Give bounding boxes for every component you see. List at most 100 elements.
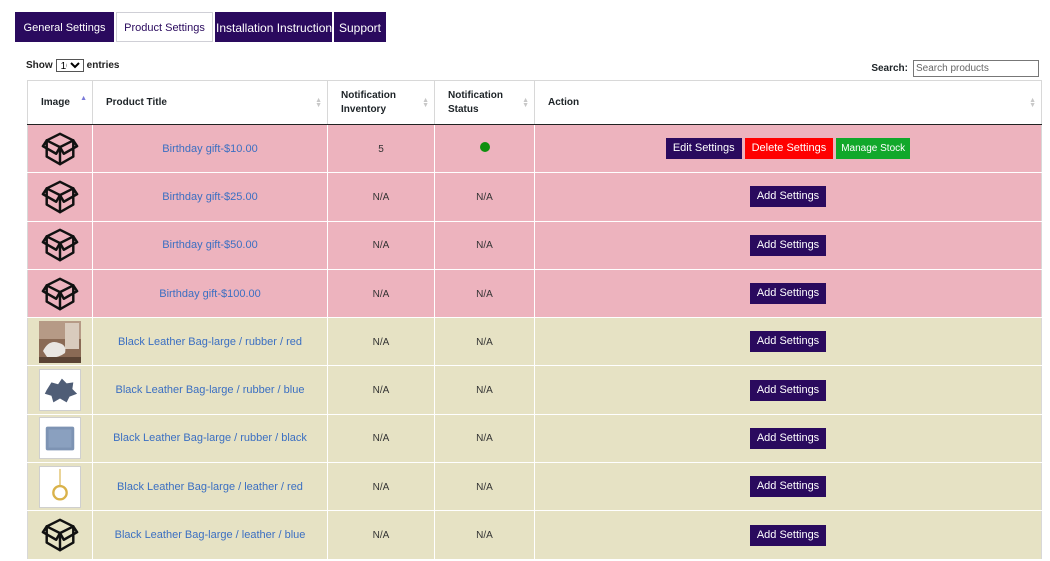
status-cell: N/A — [434, 172, 535, 222]
image-cell — [27, 510, 93, 560]
search-control: Search: — [871, 60, 1039, 77]
status-value: N/A — [476, 530, 493, 542]
image-cell — [27, 317, 93, 367]
column-header-title-label: Product Title — [106, 96, 167, 108]
box-icon — [39, 224, 81, 266]
entries-length-control: Show 10 entries — [26, 59, 119, 72]
column-header-inventory-line1: Notification — [341, 89, 396, 101]
product-title-cell: Birthday gift-$100.00 — [92, 269, 328, 319]
tab-installation-instruction[interactable]: Installation Instruction — [215, 12, 332, 42]
product-title-cell: Birthday gift-$50.00 — [92, 221, 328, 270]
inventory-value: 5 — [378, 143, 384, 155]
column-header-status-line1: Notification — [448, 89, 503, 101]
product-title-cell: Black Leather Bag-large / rubber / blue — [92, 365, 328, 415]
sort-icon: ▲ ▼ — [522, 97, 529, 109]
column-header-action[interactable]: Action ▲ ▼ — [534, 80, 1042, 125]
show-label: Show — [26, 60, 53, 71]
product-title-cell: Black Leather Bag-large / leather / red — [92, 462, 328, 512]
status-value: N/A — [476, 433, 493, 445]
product-photo-pillow — [39, 417, 81, 460]
inventory-value: N/A — [372, 530, 390, 542]
column-header-inventory-line2: Inventory — [341, 103, 387, 115]
product-title-link[interactable]: Birthday gift-$100.00 — [159, 288, 261, 300]
inventory-cell: N/A — [327, 510, 435, 560]
add-settings-button[interactable]: Add Settings — [749, 524, 827, 546]
add-settings-button[interactable]: Add Settings — [749, 476, 827, 498]
table-row: Birthday gift-$50.00 N/A N/A Add Setting… — [27, 221, 1042, 270]
product-title-cell: Black Leather Bag-large / leather / blue — [92, 510, 328, 560]
table-row: Black Leather Bag-large / rubber / blue … — [27, 365, 1042, 415]
status-cell: N/A — [434, 462, 535, 512]
status-value: N/A — [476, 481, 493, 493]
inventory-value: N/A — [372, 336, 390, 348]
inventory-value: N/A — [372, 191, 390, 203]
product-title-cell: Birthday gift-$10.00 — [92, 124, 328, 174]
add-settings-button[interactable]: Add Settings — [749, 234, 827, 256]
image-cell — [27, 414, 93, 464]
column-header-notification-inventory[interactable]: Notification Inventory ▲ ▼ — [327, 80, 435, 125]
add-settings-button[interactable]: Add Settings — [749, 331, 827, 353]
inventory-value: N/A — [372, 433, 390, 445]
sort-icon: ▲ ▼ — [422, 97, 429, 109]
action-cell: Add Settings — [534, 365, 1042, 415]
image-cell — [27, 269, 93, 319]
product-title-link[interactable]: Black Leather Bag-large / leather / blue — [115, 529, 306, 541]
action-cell: Add Settings — [534, 172, 1042, 222]
column-header-notification-status[interactable]: Notification Status ▲ ▼ — [434, 80, 535, 125]
product-title-link[interactable]: Birthday gift-$25.00 — [162, 191, 257, 203]
search-input[interactable] — [913, 60, 1039, 77]
column-header-image-label: Image — [41, 96, 70, 108]
table-row: Black Leather Bag-large / rubber / black… — [27, 414, 1042, 464]
image-cell — [27, 221, 93, 270]
status-value: N/A — [476, 336, 493, 348]
column-header-status-line2: Status — [448, 103, 479, 115]
product-title-link[interactable]: Black Leather Bag-large / rubber / blue — [116, 384, 305, 396]
products-table: Image ▲ Product Title ▲ ▼ Notification In… — [27, 80, 1042, 560]
product-title-link[interactable]: Birthday gift-$50.00 — [162, 239, 257, 251]
status-cell: N/A — [434, 510, 535, 560]
action-cell: Add Settings — [534, 414, 1042, 464]
entries-select[interactable]: 10 — [55, 59, 84, 72]
product-title-link[interactable]: Birthday gift-$10.00 — [162, 143, 257, 155]
status-cell: N/A — [434, 365, 535, 415]
product-title-link[interactable]: Black Leather Bag-large / leather / red — [117, 481, 303, 493]
inventory-cell: N/A — [327, 414, 435, 464]
status-cell: N/A — [434, 269, 535, 319]
delete-settings-button[interactable]: Delete Settings — [744, 138, 834, 160]
tab-product-settings[interactable]: Product Settings — [116, 12, 213, 42]
manage-stock-button[interactable]: Manage Stock — [836, 138, 911, 160]
settings-tabs: General Settings Product Settings Instal… — [15, 12, 388, 42]
add-settings-button[interactable]: Add Settings — [749, 283, 827, 305]
add-settings-button[interactable]: Add Settings — [749, 379, 827, 401]
product-title-cell: Black Leather Bag-large / rubber / red — [92, 317, 328, 367]
edit-settings-button[interactable]: Edit Settings — [665, 138, 742, 160]
inventory-value: N/A — [372, 240, 390, 252]
inventory-value: N/A — [372, 288, 390, 300]
inventory-cell: N/A — [327, 269, 435, 319]
inventory-value: N/A — [372, 481, 390, 493]
box-icon — [39, 176, 81, 218]
inventory-value: N/A — [372, 385, 390, 397]
action-cell: Add Settings — [534, 269, 1042, 319]
table-row: Black Leather Bag-large / leather / red … — [27, 462, 1042, 512]
status-value: N/A — [476, 191, 493, 203]
tab-support[interactable]: Support — [334, 12, 386, 42]
column-header-product-title[interactable]: Product Title ▲ ▼ — [92, 80, 328, 125]
table-row: Birthday gift-$100.00 N/A N/A Add Settin… — [27, 269, 1042, 319]
box-icon — [39, 514, 81, 556]
table-row: Black Leather Bag-large / leather / blue… — [27, 510, 1042, 560]
inventory-cell: 5 — [327, 124, 435, 174]
status-cell: N/A — [434, 221, 535, 270]
add-settings-button[interactable]: Add Settings — [749, 186, 827, 208]
column-header-image[interactable]: Image ▲ — [27, 80, 93, 125]
box-icon — [39, 128, 81, 170]
add-settings-button[interactable]: Add Settings — [749, 427, 827, 449]
entries-label: entries — [86, 60, 120, 71]
status-active-indicator — [479, 142, 490, 153]
product-title-link[interactable]: Black Leather Bag-large / rubber / red — [118, 336, 302, 348]
tab-general-settings[interactable]: General Settings — [15, 12, 114, 42]
product-title-link[interactable]: Black Leather Bag-large / rubber / black — [113, 432, 307, 444]
status-value: N/A — [476, 240, 493, 252]
search-label: Search: — [871, 63, 908, 74]
status-value: N/A — [476, 385, 493, 397]
